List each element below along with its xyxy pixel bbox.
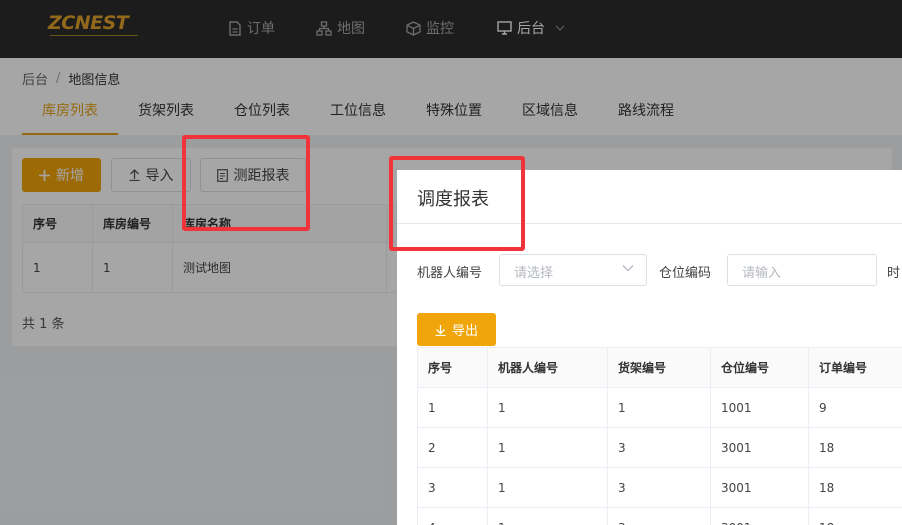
robot-number-select[interactable]: 请选择 [499,254,647,286]
cell-shelf: 3 [607,467,711,508]
cell-slot: 1001 [710,387,809,428]
cell-order: 18 [808,467,902,508]
cell-robot: 1 [487,467,608,508]
table-row[interactable]: 1 1 1 1001 9 [417,387,902,428]
time-label: 时 [887,266,901,281]
cell-order: 9 [808,387,902,428]
highlight-box-dialog-title [389,156,525,251]
robot-select-placeholder: 请选择 [514,266,554,281]
cell-shelf: 1 [607,387,711,428]
dispatch-table: 序号 机器人编号 货架编号 仓位编号 订单编号 1 1 1 1001 9 2 1… [417,347,902,525]
cell-shelf: 3 [607,427,711,468]
cell-order: 18 [808,427,902,468]
export-button-label: 导出 [451,324,478,339]
table-row[interactable]: 4 1 3 3001 18 [417,507,902,525]
cell-robot: 1 [487,387,608,428]
col-order-number: 订单编号 [808,347,902,388]
col-shelf-number: 货架编号 [607,347,711,388]
cell-robot: 1 [487,507,608,525]
cell-index: 1 [417,387,488,428]
col-robot-number: 机器人编号 [487,347,608,388]
table-row[interactable]: 3 1 3 3001 18 [417,467,902,508]
cell-index: 4 [417,507,488,525]
cell-shelf: 3 [607,507,711,525]
cell-index: 2 [417,427,488,468]
download-icon [435,324,446,336]
cell-slot: 3001 [710,427,809,468]
highlight-box-report-button [182,135,310,231]
cell-robot: 1 [487,427,608,468]
slot-code-input[interactable]: 请输入 [727,254,877,286]
slot-code-label: 仓位编码 [659,266,712,281]
chevron-down-icon [622,265,634,272]
table-row[interactable]: 2 1 3 3001 18 [417,427,902,468]
cell-index: 3 [417,467,488,508]
export-button[interactable]: 导出 [417,313,496,346]
cell-slot: 3001 [710,467,809,508]
cell-slot: 3001 [710,507,809,525]
col-slot-number: 仓位编号 [710,347,809,388]
table-header-row: 序号 机器人编号 货架编号 仓位编号 订单编号 [417,347,902,388]
col-index: 序号 [417,347,488,388]
slot-input-placeholder: 请输入 [742,266,782,281]
cell-order: 18 [808,507,902,525]
robot-number-label: 机器人编号 [417,266,483,281]
